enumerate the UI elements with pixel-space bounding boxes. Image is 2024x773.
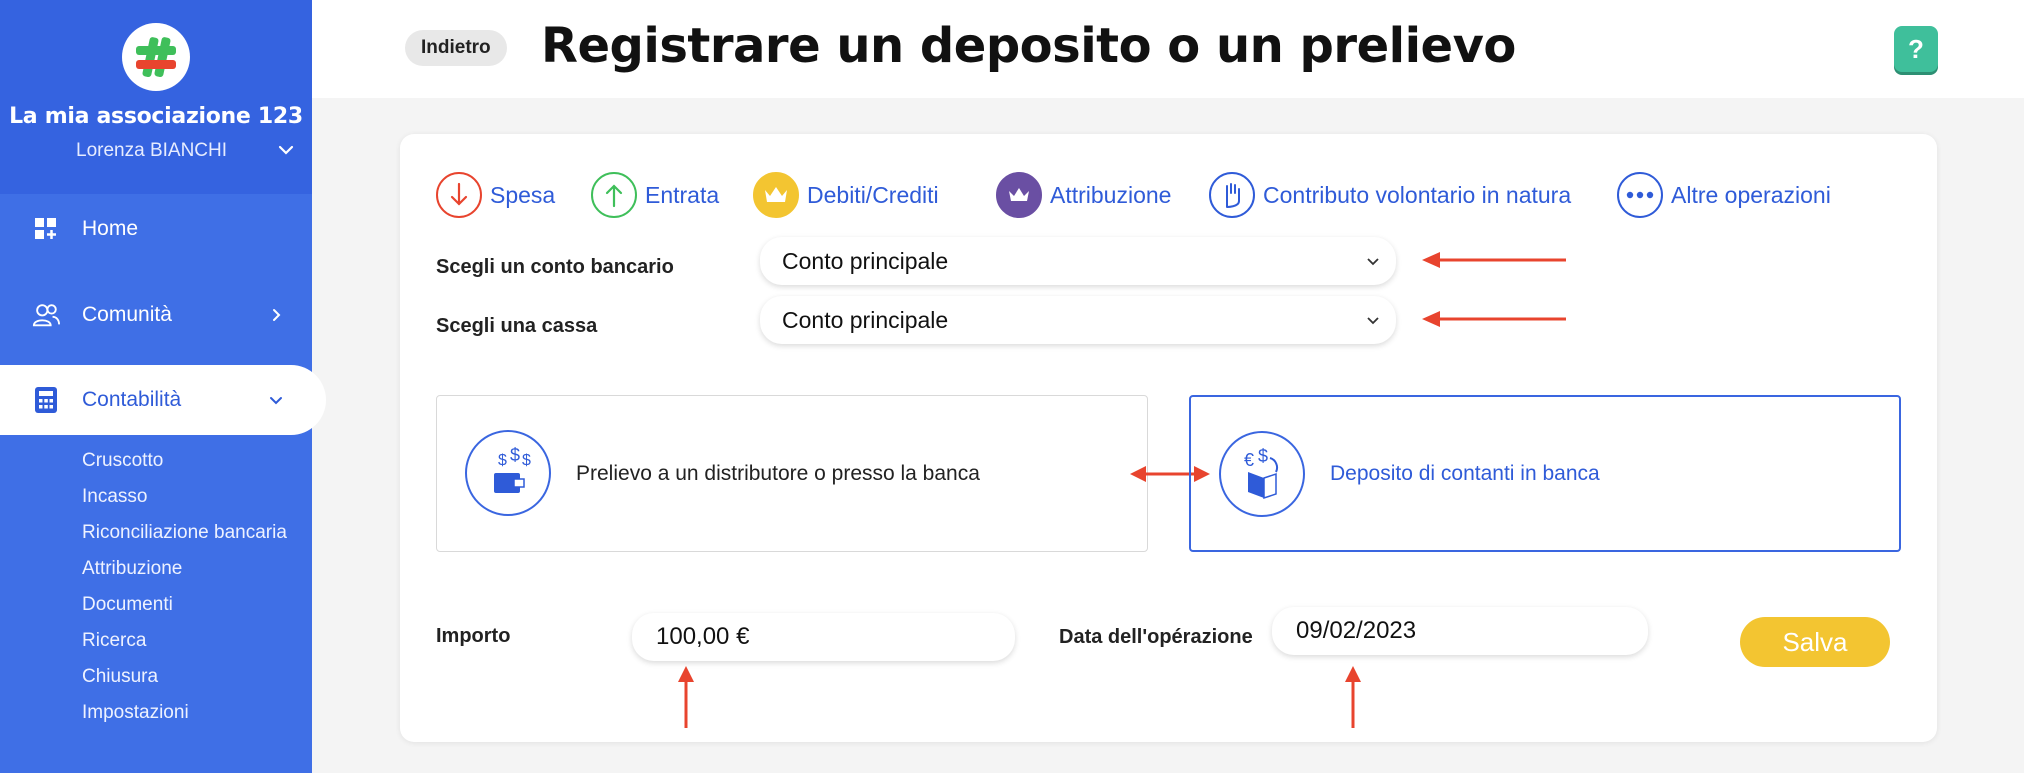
svg-text:$: $	[1258, 446, 1268, 466]
help-button[interactable]: ?	[1894, 26, 1938, 72]
tab-attribution[interactable]: Attribuzione	[996, 170, 1171, 220]
tab-label-attribution: Attribuzione	[1050, 181, 1172, 208]
deposit-option-label: Deposito di contanti in banca	[1330, 461, 1600, 485]
accounting-submenu: Cruscotto Incasso Riconciliazione bancar…	[82, 448, 287, 736]
operation-date-value: 09/02/2023	[1296, 617, 1417, 644]
tab-expense[interactable]: Spesa	[436, 170, 555, 220]
chevron-down-icon	[1367, 258, 1379, 266]
chevron-down-icon	[270, 397, 282, 405]
calculator-icon	[32, 386, 60, 414]
amount-value: 100,00 €	[656, 623, 750, 650]
cash-register-label: Scegli una cassa	[436, 315, 598, 337]
submenu-item-documents[interactable]: Documenti	[82, 592, 287, 628]
page-title: Registrare un deposito o un prelievo	[541, 18, 1516, 74]
nav-label-community: Comunità	[82, 303, 172, 326]
crown-icon	[753, 172, 799, 218]
annotation-arrow-left	[1422, 311, 1566, 327]
tab-other-operations[interactable]: Altre operazioni	[1617, 170, 1831, 220]
save-button[interactable]: Salva	[1740, 617, 1890, 667]
svg-text:$: $	[498, 452, 507, 469]
deposit-option[interactable]: € $ Deposito di contanti in banca	[1189, 395, 1901, 552]
bank-account-label: Scegli un conto bancario	[436, 256, 674, 278]
submenu-item-search[interactable]: Ricerca	[82, 628, 287, 664]
chevron-down-icon	[1367, 317, 1379, 325]
tab-label-in-kind: Contributo volontario in natura	[1263, 181, 1572, 208]
tab-label-income: Entrata	[645, 181, 720, 208]
organization-name: La mia associazione 123	[9, 104, 303, 129]
submenu-item-collection[interactable]: Incasso	[82, 484, 287, 520]
arrow-down-icon	[436, 172, 482, 218]
operation-date-label: Data dell'opérazione	[1059, 626, 1253, 648]
hand-icon	[1209, 172, 1255, 218]
crown-attribution-icon	[996, 172, 1042, 218]
cash-register-value: Conto principale	[782, 306, 949, 333]
nav-item-home[interactable]: Home	[0, 194, 312, 264]
chevron-down-icon[interactable]	[276, 140, 296, 160]
tab-debts-credits[interactable]: Debiti/Crediti	[753, 170, 939, 220]
tab-label-other: Altre operazioni	[1671, 181, 1831, 208]
submenu-item-closing[interactable]: Chiusura	[82, 664, 287, 700]
bank-account-select[interactable]: Conto principale	[760, 237, 1396, 285]
submenu-item-settings[interactable]: Impostazioni	[82, 700, 287, 736]
users-icon	[32, 301, 60, 329]
chevron-right-icon	[273, 309, 281, 321]
withdrawal-option[interactable]: $ $ $ Prelievo a un distributore o press…	[436, 395, 1148, 552]
arrow-up-icon	[591, 172, 637, 218]
annotation-arrow-left	[1422, 252, 1566, 268]
tab-label-debts-credits: Debiti/Crediti	[807, 181, 939, 208]
svg-text:€: €	[1244, 450, 1254, 470]
cash-deposit-icon: € $	[1219, 431, 1305, 517]
submenu-item-dashboard[interactable]: Cruscotto	[82, 448, 287, 484]
user-name[interactable]: Lorenza BIANCHI	[76, 140, 227, 162]
cash-withdrawal-icon: $ $ $	[465, 430, 551, 516]
submenu-item-reconciliation[interactable]: Riconciliazione bancaria	[82, 520, 287, 556]
svg-text:$: $	[510, 445, 520, 465]
sidebar: La mia associazione 123 Lorenza BIANCHI …	[0, 0, 326, 773]
bank-account-value: Conto principale	[782, 247, 949, 274]
amount-input[interactable]: 100,00 €	[632, 613, 1015, 661]
association-logo[interactable]	[122, 23, 190, 91]
nav-item-accounting[interactable]: Contabilità	[0, 365, 326, 435]
annotation-arrow-up	[678, 666, 694, 728]
tab-income[interactable]: Entrata	[591, 170, 719, 220]
back-button[interactable]: Indietro	[405, 30, 507, 66]
withdrawal-option-label: Prelievo a un distributore o presso la b…	[576, 461, 980, 485]
operation-date-input[interactable]: 09/02/2023	[1272, 607, 1648, 655]
svg-text:$: $	[522, 452, 531, 469]
submenu-item-attribution[interactable]: Attribuzione	[82, 556, 287, 592]
tab-label-expense: Spesa	[490, 181, 556, 208]
nav-label-accounting: Contabilità	[82, 388, 182, 411]
more-dots-icon	[1617, 172, 1663, 218]
cash-register-select[interactable]: Conto principale	[760, 296, 1396, 344]
hashtag-logo-icon	[136, 37, 176, 78]
nav-item-community[interactable]: Comunità	[0, 280, 312, 350]
tab-in-kind-contribution[interactable]: Contributo volontario in natura	[1209, 170, 1571, 220]
sidebar-header: La mia associazione 123 Lorenza BIANCHI	[0, 0, 312, 194]
annotation-arrow-up	[1345, 666, 1361, 728]
nav-label-home: Home	[82, 217, 139, 240]
dashboard-icon	[32, 215, 60, 243]
amount-label: Importo	[436, 625, 511, 647]
